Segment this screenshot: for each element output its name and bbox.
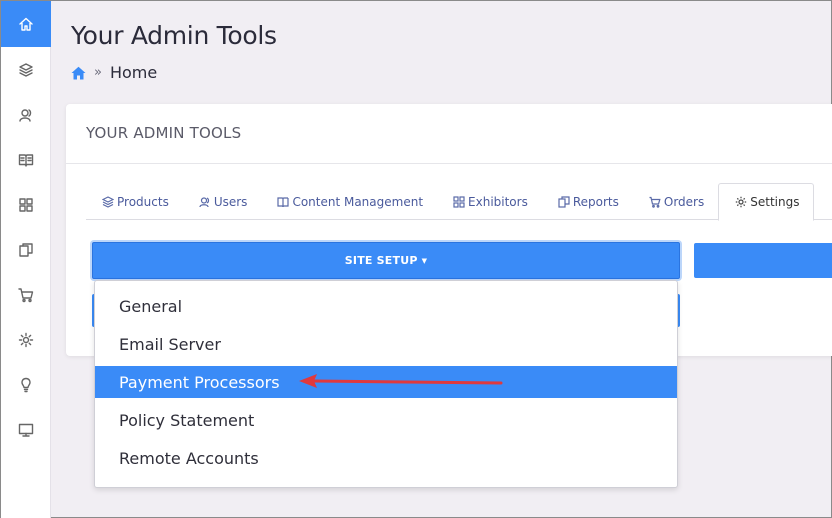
copy-icon [19,242,33,257]
monitor-icon [18,423,34,437]
sidebar-item-ideas[interactable] [1,362,51,407]
users-icon [19,108,32,122]
card-title: YOUR ADMIN TOOLS [66,104,832,164]
tab-users[interactable]: Users [183,183,262,220]
tab-label: Users [213,194,248,209]
tab-exhibitors[interactable]: Exhibitors [437,183,542,220]
tab-label: Reports [572,194,619,209]
tab-products[interactable]: Products [86,183,183,220]
tab-reports[interactable]: Reports [542,183,633,220]
sidebar-item-settings[interactable] [1,317,51,362]
cart-icon [18,287,34,302]
sidebar-item-orders[interactable] [1,272,51,317]
copy-icon [558,195,570,208]
page-title: Your Admin Tools [71,21,277,50]
tab-label: Content Management [292,194,424,209]
cart-icon [649,196,661,208]
breadcrumb-separator: » [94,65,102,80]
grid-icon [19,197,33,212]
tab-label: Orders [663,194,705,209]
menu-item-general[interactable]: General [95,287,677,325]
menu-item-policy-statement[interactable]: Policy Statement [95,401,677,439]
sidebar [1,1,51,518]
layers-icon [19,62,33,77]
site-setup-dropdown-button[interactable]: SITE SETUP ▼ [92,242,680,279]
sidebar-item-products[interactable] [1,47,51,92]
home-icon [19,17,33,31]
home-icon[interactable] [71,66,86,80]
settings-tabs: Products Users Content Management Exhibi… [86,183,832,221]
lightbulb-icon [21,377,31,392]
sidebar-item-exhibitors[interactable] [1,182,51,227]
caret-down-icon: ▼ [421,256,428,265]
book-icon [18,153,34,167]
breadcrumb-current: Home [109,63,158,82]
secondary-menu-button[interactable] [694,243,832,278]
tab-settings[interactable]: Settings [718,183,815,221]
tab-label: Exhibitors [468,194,528,209]
layers-icon [102,195,114,208]
sidebar-item-home[interactable] [1,1,51,47]
tab-content-management[interactable]: Content Management [261,183,437,220]
gear-icon [18,332,34,347]
sidebar-item-display[interactable] [1,407,51,452]
sidebar-item-reports[interactable] [1,227,51,272]
menu-item-remote-accounts[interactable]: Remote Accounts [95,439,677,477]
site-setup-label: SITE SETUP [344,254,418,267]
breadcrumb: » Home [71,63,157,82]
tab-label: Settings [750,195,800,209]
tab-orders[interactable]: Orders [633,183,718,220]
annotation-arrow-icon [299,374,503,388]
tab-label: Products [117,194,169,209]
sidebar-item-content[interactable] [1,137,51,182]
grid-icon [453,195,465,208]
users-icon [199,196,209,207]
sidebar-item-users[interactable] [1,92,51,137]
gear-icon [736,196,747,208]
book-icon [277,196,290,207]
menu-item-email-server[interactable]: Email Server [95,325,677,363]
